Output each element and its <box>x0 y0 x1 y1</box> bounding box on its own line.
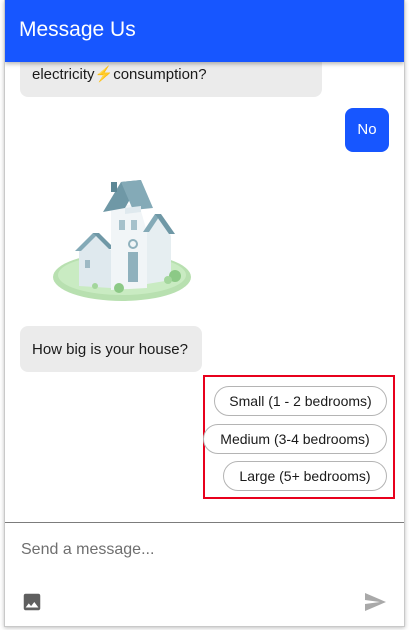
chat-title: Message Us <box>19 18 136 41</box>
image-icon[interactable] <box>21 591 43 613</box>
bot-message-text-start: electricity <box>32 66 95 83</box>
chat-widget: electricity⚡consumption? No How big is y… <box>4 0 405 627</box>
send-icon[interactable] <box>363 590 387 614</box>
house-illustration <box>53 180 191 301</box>
quick-reply-large[interactable]: Large (5+ bedrooms) <box>223 461 387 491</box>
chat-header: Message Us <box>5 0 404 62</box>
bot-message-house-size: How big is your house? <box>20 326 202 372</box>
user-message: No <box>345 108 389 152</box>
quick-reply-medium[interactable]: Medium (3-4 bedrooms) <box>203 424 387 454</box>
message-input[interactable] <box>21 535 361 565</box>
bot-message-text-end: consumption? <box>113 66 207 83</box>
message-list[interactable]: electricity⚡consumption? No How big is y… <box>5 0 404 522</box>
lightning-bolt-icon: ⚡ <box>94 66 114 83</box>
message-composer <box>5 523 404 626</box>
quick-reply-small[interactable]: Small (1 - 2 bedrooms) <box>214 386 387 416</box>
